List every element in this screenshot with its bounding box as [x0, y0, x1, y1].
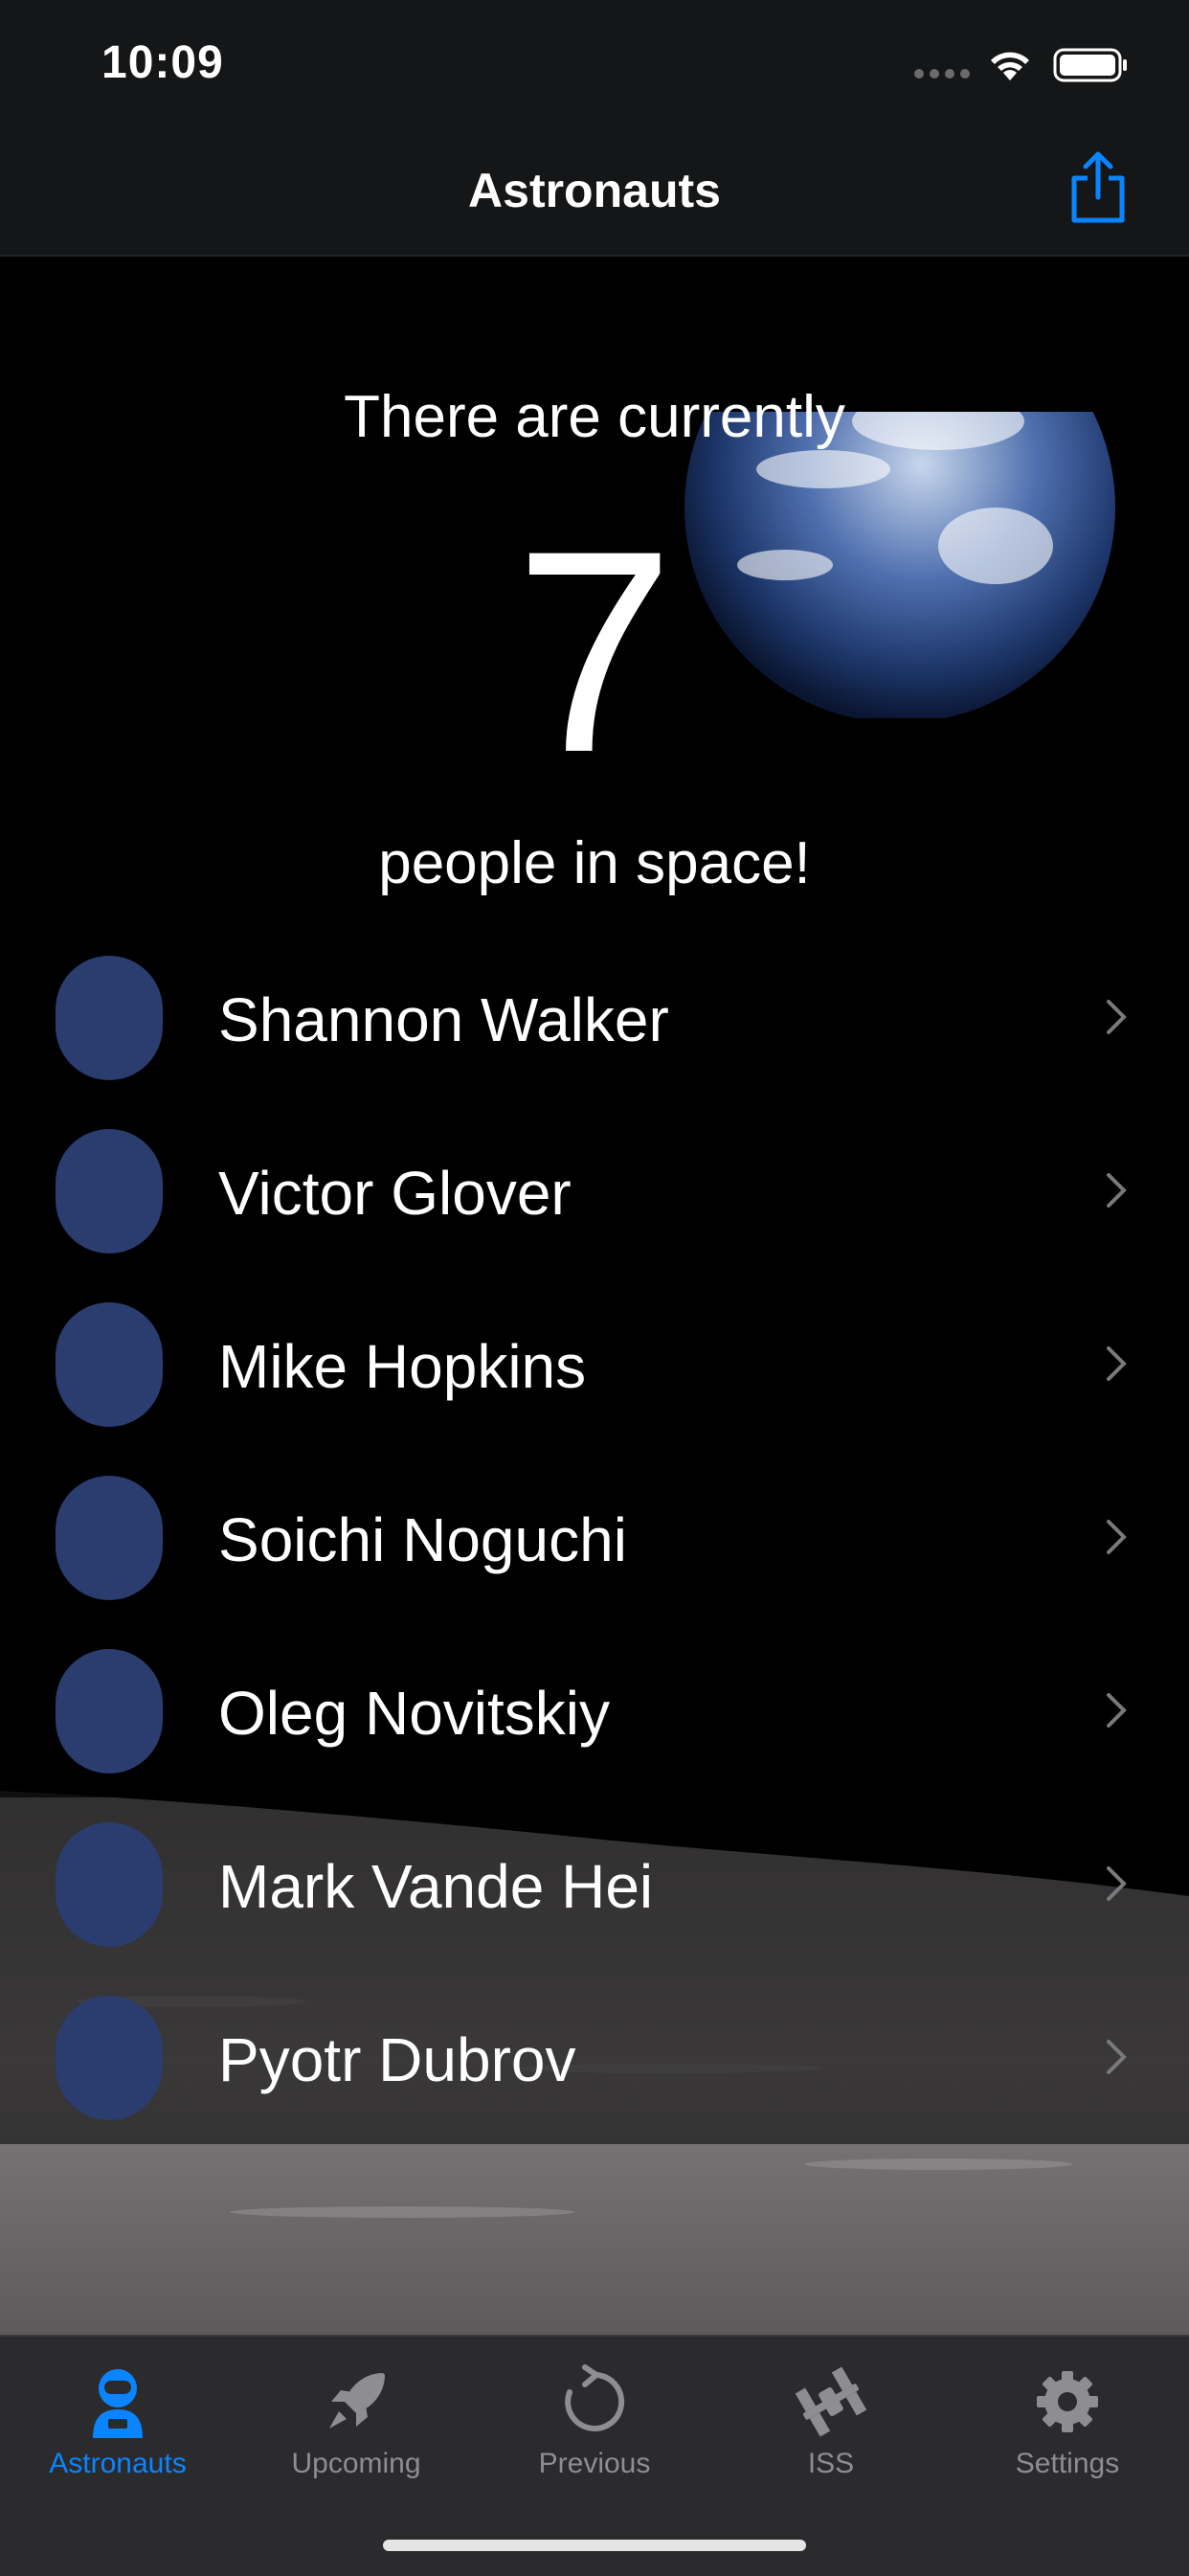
page-title: Astronauts [468, 164, 721, 217]
list-item[interactable]: Mark Vande Hei [0, 1797, 1189, 1971]
share-icon[interactable] [1065, 149, 1132, 226]
navigation-bar: Astronauts [0, 126, 1189, 257]
astronaut-name: Mike Hopkins [218, 1332, 587, 1401]
astronaut-avatar [56, 1649, 163, 1774]
astronaut-name: Mark Vande Hei [218, 1852, 654, 1921]
people-count: 7 [514, 490, 675, 812]
tab-label: Upcoming [291, 2448, 421, 2479]
astronaut-name: Victor Glover [218, 1159, 572, 1228]
status-time: 10:09 [101, 37, 224, 88]
tab-previous[interactable]: Previous [480, 2363, 709, 2480]
status-bar: 10:09 [0, 0, 1189, 126]
home-indicator [383, 2540, 806, 2551]
astronaut-name: Soichi Noguchi [218, 1505, 627, 1574]
tab-settings[interactable]: Settings [953, 2363, 1182, 2480]
chevron-right-icon [1107, 1866, 1127, 1901]
list-item[interactable]: Victor Glover [0, 1104, 1189, 1277]
astronaut-name: Pyotr Dubrov [218, 2025, 576, 2094]
tab-label: Astronauts [49, 2448, 187, 2479]
astronaut-avatar [56, 1996, 163, 2120]
tab-label: Settings [1015, 2448, 1120, 2479]
rocket-icon [329, 2373, 385, 2429]
tab-label: ISS [807, 2448, 855, 2479]
hero-intro-text: There are currently [344, 384, 845, 450]
hero-outro-text: people in space! [378, 830, 811, 896]
tab-label: Previous [538, 2448, 651, 2479]
chevron-right-icon [1107, 2040, 1127, 2074]
list-item[interactable]: Shannon Walker [0, 931, 1189, 1104]
chevron-right-icon [1107, 1173, 1127, 1208]
list-item[interactable]: Pyotr Dubrov [0, 1971, 1189, 2144]
chevron-right-icon [1107, 1346, 1127, 1381]
astronaut-name: Oleg Novitskiy [218, 1679, 610, 1748]
battery-icon [1053, 48, 1127, 82]
astronaut-name: Shannon Walker [218, 985, 669, 1054]
list-item[interactable]: Mike Hopkins [0, 1277, 1189, 1451]
gear-icon [1037, 2371, 1098, 2432]
chevron-right-icon [1107, 1693, 1127, 1728]
astronaut-icon [93, 2369, 143, 2438]
astronaut-avatar [56, 1129, 163, 1254]
tab-iss[interactable]: ISS [716, 2363, 946, 2480]
iss-icon [795, 2366, 867, 2437]
astronaut-avatar [56, 1476, 163, 1600]
chevron-right-icon [1107, 1520, 1127, 1554]
cellular-signal-icon [914, 69, 970, 79]
tab-upcoming[interactable]: Upcoming [241, 2363, 471, 2480]
list-item[interactable]: Oleg Novitskiy [0, 1624, 1189, 1797]
wifi-icon [991, 52, 1029, 80]
astronaut-avatar [56, 956, 163, 1080]
astronaut-list: Shannon Walker Victor Glover Mike Hopkin… [0, 931, 1189, 2144]
tab-astronauts[interactable]: Astronauts [3, 2363, 233, 2480]
chevron-right-icon [1107, 1000, 1127, 1034]
astronaut-avatar [56, 1822, 163, 1947]
astronaut-avatar [56, 1302, 163, 1427]
refresh-icon [565, 2364, 625, 2431]
list-item[interactable]: Soichi Noguchi [0, 1451, 1189, 1624]
